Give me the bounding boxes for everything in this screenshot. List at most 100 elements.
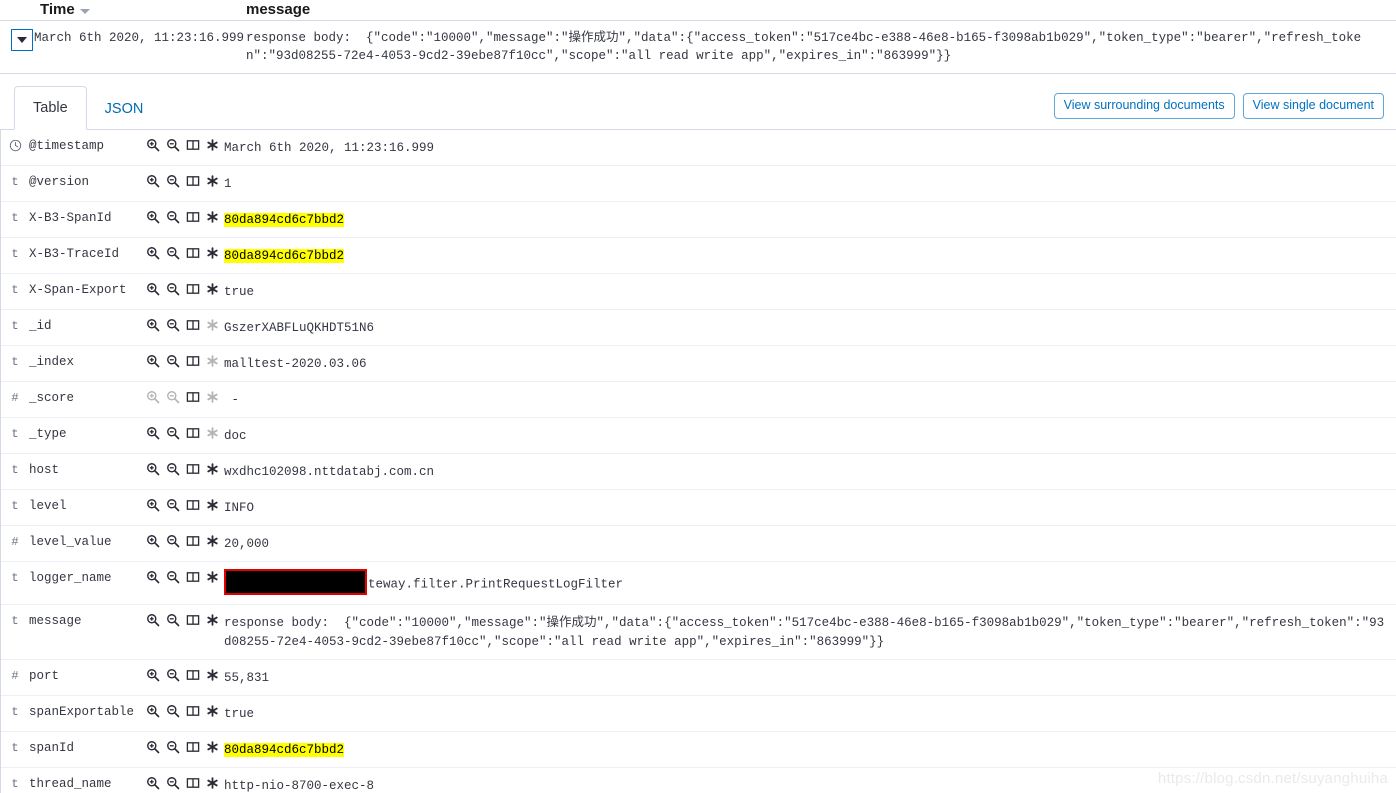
- filter-for-value-icon[interactable]: [146, 613, 160, 627]
- watermark: https://blog.csdn.net/suyanghuiha: [1158, 770, 1388, 787]
- field-value: -: [224, 389, 1396, 410]
- filter-for-field-present-icon[interactable]: [206, 138, 219, 152]
- filter-for-value-icon[interactable]: [146, 210, 160, 224]
- filter-out-value-icon[interactable]: [166, 534, 180, 548]
- field-actions: [146, 245, 224, 260]
- field-value: 1: [224, 173, 1396, 194]
- filter-for-value-icon[interactable]: [146, 318, 160, 332]
- view-single-document-button[interactable]: View single document: [1243, 93, 1384, 119]
- tab-table[interactable]: Table: [14, 86, 87, 130]
- filter-out-value-icon[interactable]: [166, 704, 180, 718]
- toggle-row-details-button[interactable]: [11, 29, 33, 51]
- filter-out-value-icon[interactable]: [166, 318, 180, 332]
- field-value: malltest-2020.03.06: [224, 353, 1396, 374]
- filter-for-value-icon[interactable]: [146, 668, 160, 682]
- redaction-box: [224, 569, 367, 595]
- filter-out-value-icon[interactable]: [166, 426, 180, 440]
- filter-out-value-icon[interactable]: [166, 776, 180, 790]
- filter-for-value-icon[interactable]: [146, 534, 160, 548]
- filter-for-field-present-icon[interactable]: [206, 776, 219, 790]
- column-header-time-label: Time: [40, 1, 75, 18]
- column-header-message[interactable]: message: [246, 1, 310, 18]
- toggle-column-in-table-icon[interactable]: [186, 174, 200, 188]
- toggle-column-in-table-icon[interactable]: [186, 534, 200, 548]
- filter-out-value-icon[interactable]: [166, 210, 180, 224]
- field-actions: [146, 667, 224, 682]
- filter-for-value-icon[interactable]: [146, 462, 160, 476]
- filter-for-field-present-icon[interactable]: [206, 210, 219, 224]
- filter-out-value-icon[interactable]: [166, 462, 180, 476]
- filter-for-value-icon[interactable]: [146, 138, 160, 152]
- filter-for-value-icon[interactable]: [146, 174, 160, 188]
- filter-for-field-present-icon[interactable]: [206, 246, 219, 260]
- field-name: level_value: [29, 533, 146, 549]
- field-name: @version: [29, 173, 146, 189]
- filter-for-field-present-icon: [206, 318, 219, 332]
- filter-for-field-present-icon[interactable]: [206, 613, 219, 627]
- filter-for-value-icon: [146, 390, 160, 404]
- toggle-column-in-table-icon[interactable]: [186, 138, 200, 152]
- field-row: tlogger_nameteway.filter.PrintRequestLog…: [1, 562, 1396, 605]
- filter-for-value-icon[interactable]: [146, 354, 160, 368]
- toggle-column-in-table-icon[interactable]: [186, 390, 200, 404]
- filter-out-value-icon[interactable]: [166, 570, 180, 584]
- filter-for-field-present-icon[interactable]: [206, 174, 219, 188]
- filter-for-field-present-icon[interactable]: [206, 668, 219, 682]
- filter-out-value-icon[interactable]: [166, 354, 180, 368]
- filter-for-value-icon[interactable]: [146, 740, 160, 754]
- filter-out-value-icon[interactable]: [166, 282, 180, 296]
- toggle-column-in-table-icon[interactable]: [186, 462, 200, 476]
- filter-for-value-icon[interactable]: [146, 704, 160, 718]
- field-type-indicator: #: [1, 533, 29, 549]
- toggle-column-in-table-icon[interactable]: [186, 246, 200, 260]
- filter-for-field-present-icon[interactable]: [206, 498, 219, 512]
- field-actions: [146, 173, 224, 188]
- filter-for-value-icon[interactable]: [146, 498, 160, 512]
- toggle-column-in-table-icon[interactable]: [186, 668, 200, 682]
- filter-out-value-icon[interactable]: [166, 174, 180, 188]
- filter-out-value-icon[interactable]: [166, 498, 180, 512]
- filter-for-field-present-icon[interactable]: [206, 282, 219, 296]
- view-surrounding-documents-button[interactable]: View surrounding documents: [1054, 93, 1235, 119]
- column-header-time[interactable]: Time: [0, 1, 246, 18]
- filter-out-value-icon[interactable]: [166, 740, 180, 754]
- toggle-column-in-table-icon[interactable]: [186, 354, 200, 368]
- toggle-column-in-table-icon[interactable]: [186, 210, 200, 224]
- sort-descending-icon[interactable]: [80, 9, 90, 14]
- filter-for-field-present-icon[interactable]: [206, 462, 219, 476]
- field-type-indicator: t: [1, 703, 29, 719]
- tab-json-label: JSON: [105, 101, 144, 117]
- filter-for-value-icon[interactable]: [146, 282, 160, 296]
- field-type-indicator: t: [1, 425, 29, 441]
- filter-for-value-icon[interactable]: [146, 776, 160, 790]
- field-name: X-B3-TraceId: [29, 245, 146, 261]
- filter-for-field-present-icon[interactable]: [206, 704, 219, 718]
- toggle-column-in-table-icon[interactable]: [186, 570, 200, 584]
- field-value: GszerXABFLuQKHDT51N6: [224, 317, 1396, 338]
- field-value: true: [224, 703, 1396, 724]
- tab-json[interactable]: JSON: [87, 88, 162, 130]
- toggle-column-in-table-icon[interactable]: [186, 704, 200, 718]
- filter-out-value-icon[interactable]: [166, 246, 180, 260]
- filter-out-value-icon[interactable]: [166, 613, 180, 627]
- toggle-column-in-table-icon[interactable]: [186, 740, 200, 754]
- filter-for-field-present-icon[interactable]: [206, 570, 219, 584]
- field-row: t_typedoc: [1, 418, 1396, 454]
- toggle-column-in-table-icon[interactable]: [186, 426, 200, 440]
- filter-for-field-present-icon[interactable]: [206, 740, 219, 754]
- toggle-column-in-table-icon[interactable]: [186, 776, 200, 790]
- filter-out-value-icon[interactable]: [166, 668, 180, 682]
- filter-for-value-icon[interactable]: [146, 246, 160, 260]
- field-value: doc: [224, 425, 1396, 446]
- toggle-column-in-table-icon[interactable]: [186, 613, 200, 627]
- filter-for-value-icon[interactable]: [146, 426, 160, 440]
- detail-tabs: Table JSON: [14, 86, 161, 130]
- toggle-column-in-table-icon[interactable]: [186, 498, 200, 512]
- filter-out-value-icon[interactable]: [166, 138, 180, 152]
- toggle-column-in-table-icon[interactable]: [186, 318, 200, 332]
- filter-for-field-present-icon[interactable]: [206, 534, 219, 548]
- highlighted-value: 80da894cd6c7bbd2: [224, 743, 344, 757]
- toggle-column-in-table-icon[interactable]: [186, 282, 200, 296]
- filter-for-value-icon[interactable]: [146, 570, 160, 584]
- filter-for-field-present-icon: [206, 354, 219, 368]
